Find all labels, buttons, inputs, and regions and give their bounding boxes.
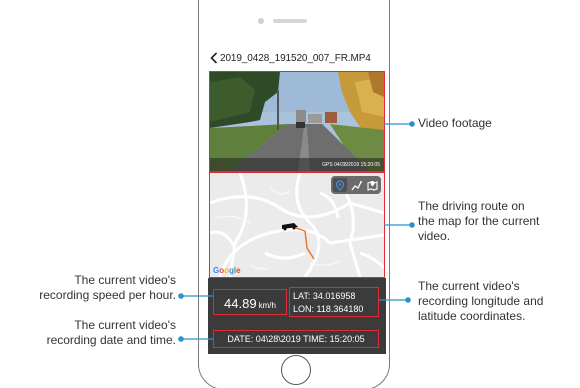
video-footage-label: Video footage [418, 116, 492, 130]
date-description: The current video's recording date and t… [46, 318, 176, 347]
route-description: The driving route on the map for the cur… [418, 199, 540, 243]
speed-description: The current video's recording speed per … [39, 273, 176, 302]
coordinates-description: The current video's recording longitude … [418, 279, 544, 323]
